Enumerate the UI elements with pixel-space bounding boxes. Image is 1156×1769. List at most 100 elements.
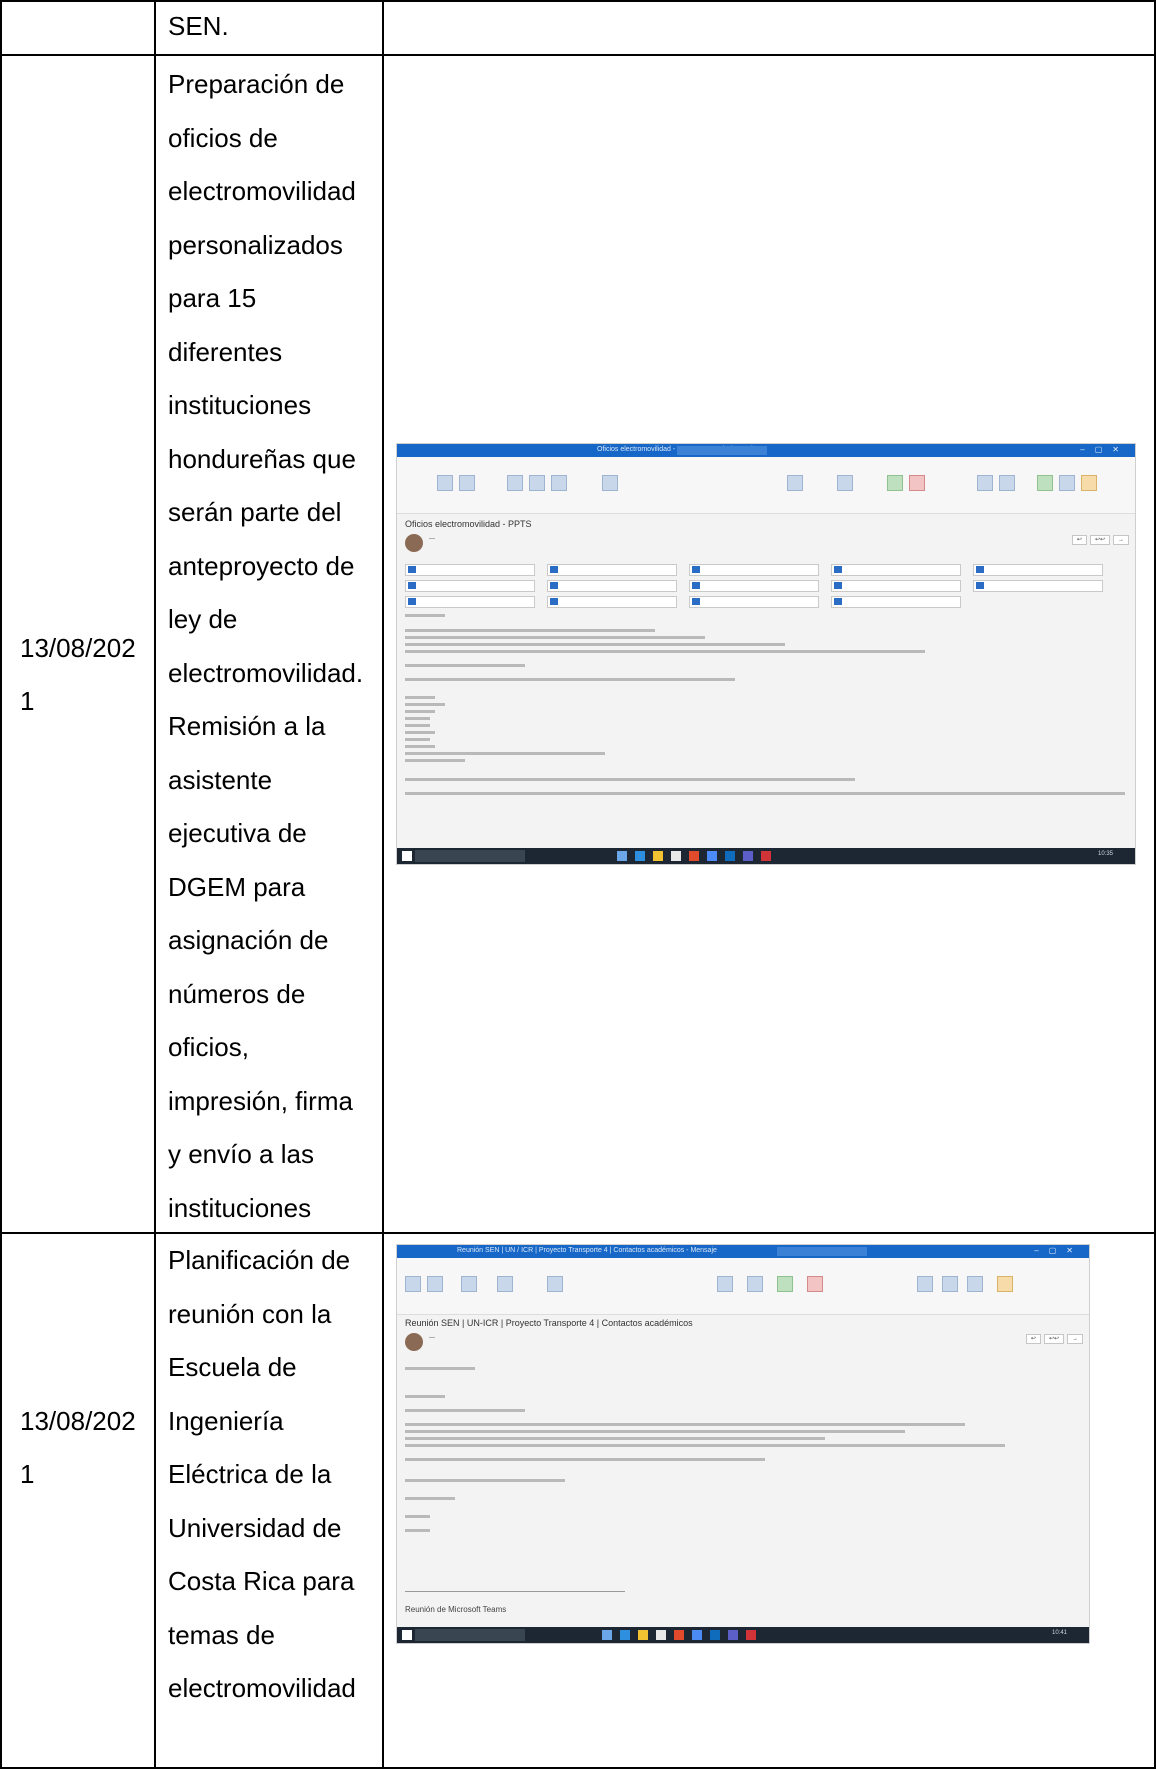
row3-date-line: 1 xyxy=(20,1459,35,1489)
row2-desc-line: impresión, firma xyxy=(168,1085,353,1116)
row2-desc-line: electromovilidad. xyxy=(168,657,364,688)
outlook-icon xyxy=(710,1630,720,1640)
row2-desc-line: números de xyxy=(168,978,306,1009)
row1-desc-line: SEN. xyxy=(168,11,229,41)
row2-date: 13/08/202 1 xyxy=(20,622,150,728)
row2-date-line: 1 xyxy=(20,686,35,716)
row3-desc-line: reunión con la xyxy=(168,1298,332,1329)
windows-logo-icon xyxy=(402,1630,412,1640)
row2-desc-line: instituciones xyxy=(168,390,312,420)
message-subject: Oficios electromovilidad - PPTS xyxy=(405,519,532,529)
taskbar-search xyxy=(415,850,525,862)
row3-date: 13/08/202 1 xyxy=(20,1395,150,1501)
row2-desc-line: electromovilidad xyxy=(168,176,356,206)
taskview-icon xyxy=(617,851,627,861)
outlook-screenshot-reunion: Reunión SEN | UN / ICR | Proyecto Transp… xyxy=(396,1244,1090,1644)
taskview-icon xyxy=(602,1630,612,1640)
pdf-icon xyxy=(746,1630,756,1640)
edge-icon xyxy=(620,1630,630,1640)
zoom-icon xyxy=(967,1276,983,1292)
row2-desc-line: asignación de xyxy=(168,925,329,955)
taskbar-clock: 10:41 xyxy=(1051,1630,1067,1636)
search-box xyxy=(777,1247,867,1256)
reply-all-icon xyxy=(529,475,545,491)
row2-desc-line: para 15 xyxy=(168,283,257,313)
chrome-icon xyxy=(674,1630,684,1640)
message-actions: ↩ ↩↩ → xyxy=(1069,535,1129,545)
category-icon xyxy=(887,475,903,491)
flag-icon xyxy=(909,475,925,491)
row3-desc-line: Ingeniería xyxy=(168,1405,284,1436)
teams-taskbar-icon xyxy=(728,1630,738,1640)
table-rule-row1 xyxy=(0,54,1156,56)
row1-description: SEN. xyxy=(168,0,378,54)
outlook-screenshot-oficios: Oficios electromovilidad - PPTS - Mensaj… xyxy=(396,443,1136,865)
teams-taskbar-icon xyxy=(743,851,753,861)
row2-desc-line: DGEM para xyxy=(168,871,306,902)
row2-desc-line: Remisión a la xyxy=(168,711,326,741)
row2-desc-line: asistente xyxy=(168,764,273,795)
row2-desc-line: ejecutiva de xyxy=(168,818,307,848)
app-icon xyxy=(707,851,717,861)
reply-icon xyxy=(507,475,523,491)
read-aloud-icon xyxy=(917,1276,933,1292)
reply-icon xyxy=(461,1276,477,1292)
row3-desc-line: Escuela de xyxy=(168,1352,297,1382)
row2-date-line: 13/08/202 xyxy=(20,633,136,663)
row2-description: Preparación de oficios de electromovilid… xyxy=(168,58,378,1235)
window-titlebar: Oficios electromovilidad - PPTS - Mensaj… xyxy=(397,444,1135,457)
teams-icon xyxy=(602,475,618,491)
app-icon xyxy=(692,1630,702,1640)
read-aloud-icon xyxy=(977,475,993,491)
store-icon xyxy=(656,1630,666,1640)
store-icon xyxy=(671,851,681,861)
zoom-icon xyxy=(1059,475,1075,491)
row3-desc-line: temas de xyxy=(168,1619,275,1650)
archive-icon xyxy=(427,1276,443,1292)
row3-date-line: 13/08/202 xyxy=(20,1406,136,1436)
search-box xyxy=(677,446,767,455)
table-rule-col1 xyxy=(154,0,156,1769)
immersive-reader-icon xyxy=(942,1276,958,1292)
explorer-icon xyxy=(638,1630,648,1640)
chrome-icon xyxy=(689,851,699,861)
row3-desc-line: Costa Rica para xyxy=(168,1566,355,1596)
sender-line: — xyxy=(429,1335,435,1341)
row2-desc-line: serán parte del xyxy=(168,497,342,527)
row2-desc-line: instituciones xyxy=(168,1192,312,1223)
sender-avatar xyxy=(405,1333,423,1351)
insights-icon xyxy=(997,1276,1013,1292)
teams-icon xyxy=(497,1276,513,1292)
windows-logo-icon xyxy=(402,851,412,861)
pdf-icon xyxy=(761,851,771,861)
rules-icon xyxy=(747,1276,763,1292)
row3-desc-line: electromovilidad xyxy=(168,1673,356,1703)
move-icon xyxy=(717,1276,733,1292)
teams-meeting-heading: Reunión de Microsoft Teams xyxy=(405,1605,507,1614)
window-controls-icon: –▢✕ xyxy=(1080,445,1129,454)
row2-desc-line: hondureñas que xyxy=(168,443,356,474)
edge-icon xyxy=(635,851,645,861)
outlook-icon xyxy=(725,851,735,861)
windows-taskbar: 10:41 xyxy=(397,1627,1089,1643)
taskbar-clock: 10:35 xyxy=(1097,851,1113,857)
message-subject: Reunión SEN | UN-ICR | Proyecto Transpor… xyxy=(405,1318,693,1328)
move-icon xyxy=(787,475,803,491)
row3-desc-line: Eléctrica de la xyxy=(168,1459,332,1489)
table-rule-left xyxy=(0,0,2,1769)
immersive-reader-icon xyxy=(999,475,1015,491)
row2-desc-line: oficios, xyxy=(168,1032,249,1062)
windows-taskbar: 10:35 xyxy=(397,848,1135,864)
category-icon xyxy=(777,1276,793,1292)
forward-icon xyxy=(551,475,567,491)
sender-avatar xyxy=(405,534,423,552)
row2-desc-line: ley de xyxy=(168,604,238,634)
window-titlebar: Reunión SEN | UN / ICR | Proyecto Transp… xyxy=(397,1245,1089,1258)
row2-desc-line: y envío a las xyxy=(168,1139,314,1169)
taskbar-search xyxy=(415,1629,525,1641)
row2-desc-line: personalizados xyxy=(168,229,343,260)
window-controls-icon: –▢✕ xyxy=(1034,1246,1083,1255)
delete-icon xyxy=(405,1276,421,1292)
sender-line: — xyxy=(429,536,435,542)
apps-icon xyxy=(1037,475,1053,491)
